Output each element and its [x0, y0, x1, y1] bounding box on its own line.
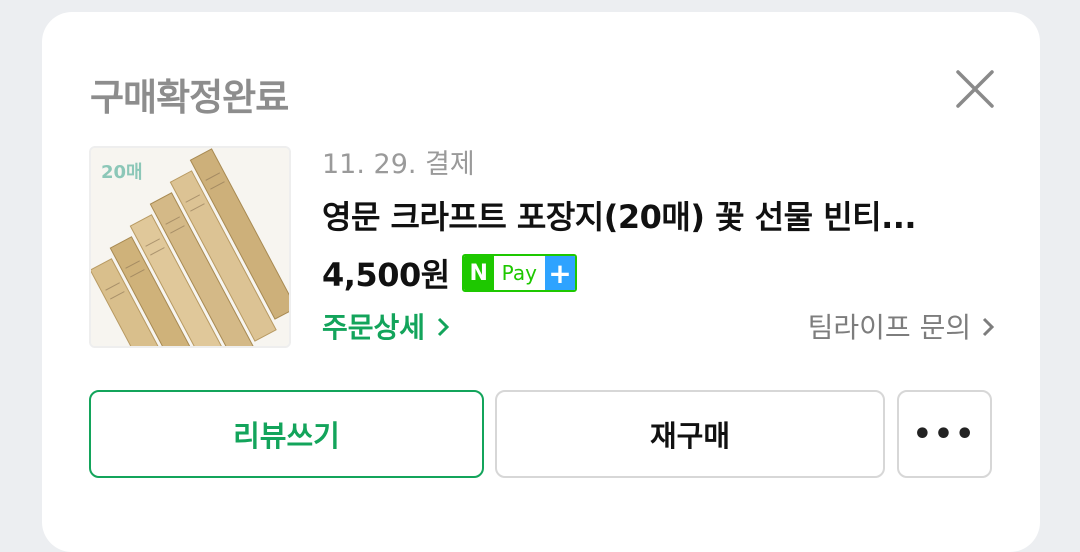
plus-icon: + — [544, 256, 575, 290]
order-status: 구매확정완료 — [90, 76, 289, 119]
product-thumbnail[interactable]: 20매 — [89, 146, 291, 348]
rebuy-button[interactable]: 재구매 — [495, 390, 885, 478]
npay-n-icon: N — [463, 256, 494, 290]
npay-plus-badge: N Pay + — [461, 254, 577, 292]
chevron-right-icon — [982, 317, 995, 337]
more-options-button[interactable]: ••• — [897, 390, 992, 478]
npay-label: Pay — [501, 261, 537, 285]
thumbnail-badge: 20매 — [101, 162, 143, 183]
price: 4,500원 — [322, 256, 450, 294]
seller-inquiry-label: 팀라이프 문의 — [807, 311, 972, 344]
seller-inquiry-link[interactable]: 팀라이프 문의 — [808, 306, 996, 346]
payment-date: 11. 29. 결제 — [322, 149, 475, 180]
product-title[interactable]: 영문 크라프트 포장지(20매) 꽃 선물 빈티... — [322, 192, 942, 238]
write-review-button[interactable]: 리뷰쓰기 — [89, 390, 484, 478]
order-detail-label: 주문상세 — [322, 311, 426, 344]
close-icon[interactable] — [950, 64, 1000, 114]
order-detail-link[interactable]: 주문상세 — [322, 306, 451, 346]
chevron-right-icon — [437, 317, 449, 337]
order-card: 구매확정완료 20매 11. 29. 결제 영문 크라프트 포장지(20매) 꽃… — [42, 12, 1040, 552]
price-row: 4,500원 N Pay + — [322, 248, 577, 298]
